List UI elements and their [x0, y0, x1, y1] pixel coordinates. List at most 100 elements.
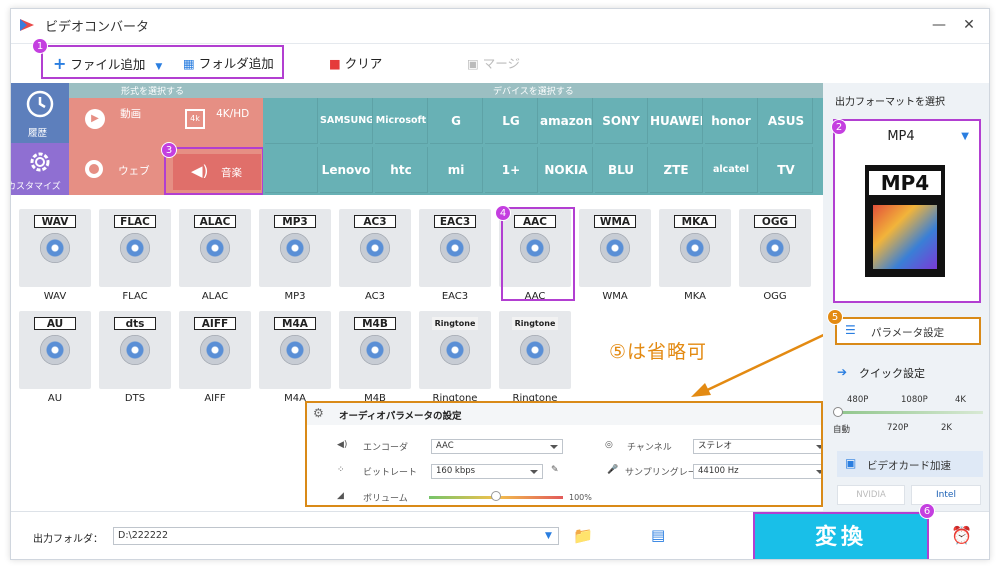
step-badge-5: 5	[827, 309, 843, 325]
history-tab[interactable]: 履歴	[11, 83, 69, 143]
device-brand-1-6[interactable]: SONY	[595, 98, 648, 144]
device-brand-1-2[interactable]: Microsoft	[375, 98, 428, 144]
minimize-button[interactable]: —	[929, 15, 949, 35]
format-label: WMA	[602, 291, 628, 302]
customize-tab[interactable]: カスタマイズ	[11, 143, 69, 195]
format-tile-flac[interactable]: FLAC	[99, 209, 171, 287]
format-tile-ringtone[interactable]: Ringtone	[419, 311, 491, 389]
format-tile-m4a[interactable]: M4A	[259, 311, 331, 389]
device-brand-2-0[interactable]	[265, 147, 318, 193]
merge-icon: ▣	[467, 56, 479, 71]
device-brand-1-1[interactable]: SAMSUNG	[320, 98, 373, 144]
nvidia-badge[interactable]: NVIDIA	[837, 485, 905, 505]
format-tile-mka[interactable]: MKA	[659, 209, 731, 287]
app-window: ビデオコンバータ — ✕ + ファイル追加 ▼ ▦ フォルダ追加 ■ クリア ▣…	[10, 8, 990, 560]
format-tag: WAV	[34, 215, 76, 228]
merge-button[interactable]: ▣ マージ	[467, 52, 520, 76]
folder-dropdown-icon[interactable]: ▼	[545, 531, 552, 541]
output-folder-input[interactable]: D:\222222	[113, 527, 559, 545]
gpu-acceleration-label: ビデオカード加速	[867, 460, 951, 472]
audio-disc-icon	[440, 233, 470, 263]
chip-icon: ▣	[845, 456, 857, 470]
device-brand-1-7[interactable]: HUAWEI	[650, 98, 703, 144]
device-strip-label: デバイスを選択する	[493, 87, 574, 97]
trash-icon: ■	[329, 56, 341, 71]
device-brand-2-9[interactable]: TV	[760, 147, 813, 193]
open-folder-icon[interactable]: 📁	[573, 526, 593, 545]
quick-bottom-label: 自動	[833, 425, 851, 435]
device-brand-2-8[interactable]: alcatel	[705, 147, 758, 193]
quality-slider[interactable]	[835, 411, 983, 414]
format-tag: EAC3	[434, 215, 476, 228]
title-bar: ビデオコンバータ — ✕	[11, 9, 989, 41]
arrow-line-icon	[691, 329, 833, 397]
app-title: ビデオコンバータ	[45, 20, 150, 35]
format-tag: M4A	[274, 317, 316, 330]
quick-top-label: 480P	[847, 395, 869, 405]
format-tile-dts[interactable]: dts	[99, 311, 171, 389]
video-label: 動画	[120, 108, 142, 120]
device-brand-2-2[interactable]: htc	[375, 147, 428, 193]
audio-disc-icon	[280, 335, 310, 365]
device-brand-1-3[interactable]: G	[430, 98, 483, 144]
audio-disc-icon	[600, 233, 630, 263]
device-brand-1-9[interactable]: ASUS	[760, 98, 813, 144]
format-label: DTS	[124, 393, 146, 404]
format-tile-alac[interactable]: ALAC	[179, 209, 251, 287]
highlight-step5	[835, 317, 981, 345]
device-brand-1-0[interactable]	[265, 98, 318, 144]
device-brand-2-5[interactable]: NOKIA	[540, 147, 593, 193]
audio-disc-icon	[40, 335, 70, 365]
hd-category[interactable]: 4k 4K/HD	[185, 106, 249, 129]
device-brand-1-4[interactable]: LG	[485, 98, 538, 144]
format-tile-wma[interactable]: WMA	[579, 209, 651, 287]
format-label: WAV	[43, 291, 67, 302]
step-badge-3: 3	[161, 142, 177, 158]
format-tag: Ringtone	[512, 317, 558, 330]
audio-disc-icon	[200, 233, 230, 263]
format-label: AC3	[364, 291, 385, 302]
format-tile-au[interactable]: AU	[19, 311, 91, 389]
video-preview-icon[interactable]: ▤	[651, 526, 665, 544]
format-tag: FLAC	[114, 215, 156, 228]
format-tile-mp3[interactable]: MP3	[259, 209, 331, 287]
format-tile-ac3[interactable]: AC3	[339, 209, 411, 287]
audio-disc-icon	[440, 335, 470, 365]
web-category[interactable]: ウェブ	[85, 160, 150, 182]
device-brand-1-5[interactable]: amazon	[540, 98, 593, 144]
format-tag: OGG	[754, 215, 796, 228]
device-brand-2-4[interactable]: 1+	[485, 147, 538, 193]
customize-label: カスタマイズ	[10, 182, 61, 192]
format-tile-ogg[interactable]: OGG	[739, 209, 811, 287]
clear-button[interactable]: ■ クリア	[329, 52, 382, 76]
quality-slider-thumb[interactable]	[833, 407, 843, 417]
video-category[interactable]: ▶ 動画	[85, 106, 141, 129]
device-brand-1-8[interactable]: honor	[705, 98, 758, 144]
step-badge-6: 6	[919, 503, 935, 519]
gpu-acceleration-button[interactable]: ▣ ビデオカード加速	[837, 451, 983, 477]
audio-disc-icon	[120, 335, 150, 365]
format-tile-wav[interactable]: WAV	[19, 209, 91, 287]
format-tile-aiff[interactable]: AIFF	[179, 311, 251, 389]
intel-badge[interactable]: Intel	[911, 485, 981, 505]
device-brand-2-1[interactable]: Lenovo	[320, 147, 373, 193]
audio-disc-icon	[120, 233, 150, 263]
device-brand-2-6[interactable]: BLU	[595, 147, 648, 193]
device-brand-2-7[interactable]: ZTE	[650, 147, 703, 193]
format-tag: AU	[34, 317, 76, 330]
close-button[interactable]: ✕	[959, 15, 979, 35]
format-label: MKA	[684, 291, 706, 302]
format-tile-eac3[interactable]: EAC3	[419, 209, 491, 287]
4k-icon: 4k	[185, 109, 205, 129]
format-label: FLAC	[122, 291, 148, 302]
format-tile-m4b[interactable]: M4B	[339, 311, 411, 389]
format-strip-label: 形式を選択する	[121, 87, 185, 97]
format-tag: WMA	[594, 215, 636, 228]
device-brand-2-3[interactable]: mi	[430, 147, 483, 193]
audio-disc-icon	[280, 233, 310, 263]
quick-settings-title: クイック設定	[859, 367, 925, 380]
alarm-clock-icon[interactable]: ⏰	[951, 526, 972, 546]
format-tag: MP3	[274, 215, 316, 228]
format-tile-ringtone[interactable]: Ringtone	[499, 311, 571, 389]
audio-disc-icon	[520, 335, 550, 365]
